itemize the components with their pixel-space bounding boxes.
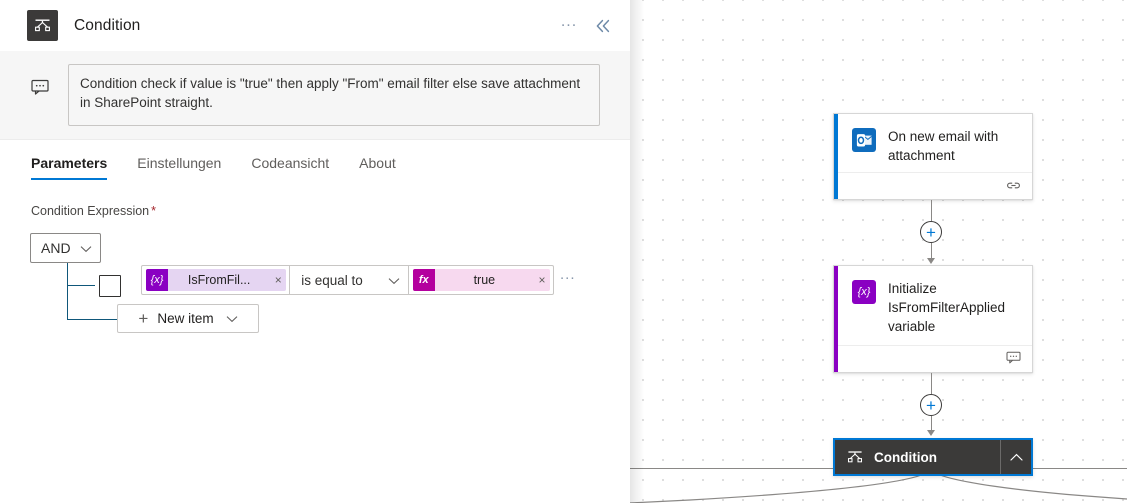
comment-icon	[30, 77, 50, 97]
condition-expression-label-text: Condition Expression	[31, 204, 150, 218]
action-details-panel: Condition ... Condition check if value i…	[0, 0, 630, 503]
add-step-button-1[interactable]: +	[920, 221, 942, 243]
condition-row-checkbox[interactable]	[99, 275, 121, 297]
arrow-head-1	[926, 258, 935, 264]
flow-node-trigger[interactable]: On new email with attachment	[833, 113, 1033, 200]
node-footer	[838, 172, 1032, 199]
collapse-panel-button[interactable]	[590, 13, 616, 39]
condition-icon	[846, 448, 864, 466]
remove-right-token-icon[interactable]: ×	[534, 273, 550, 287]
flow-node-initialize-variable[interactable]: {x} Initialize IsFromFilterApplied varia…	[833, 265, 1033, 373]
tab-parameters[interactable]: Parameters	[31, 155, 108, 180]
comment-icon[interactable]	[1006, 351, 1021, 367]
new-item-button[interactable]: + New item	[117, 304, 259, 333]
description-textarea[interactable]: Condition check if value is "true" then …	[68, 64, 600, 126]
node-title: On new email with attachment	[888, 129, 999, 163]
plus-icon: +	[926, 222, 936, 242]
plus-icon: +	[926, 395, 936, 415]
more-options-button[interactable]: ...	[556, 9, 582, 43]
flow-canvas[interactable]: On new email with attachment + {x} Initi…	[630, 0, 1127, 503]
condition-icon	[27, 10, 58, 41]
chevron-down-icon	[226, 311, 238, 326]
variable-icon: {x}	[146, 269, 168, 291]
condition-row: {x} IsFromFil... × is equal to fx true ×	[141, 265, 554, 295]
connector-line-1a	[931, 200, 932, 221]
node-title: Condition	[874, 449, 937, 465]
variable-icon: {x}	[852, 280, 876, 304]
page-title: Condition	[74, 16, 141, 34]
panel-header: Condition ...	[0, 0, 630, 51]
flow-designer: Condition ... Condition check if value i…	[0, 0, 1127, 503]
tab-codeansicht[interactable]: Codeansicht	[251, 155, 329, 180]
logic-operator-value: AND	[41, 240, 71, 256]
tab-about[interactable]: About	[359, 155, 396, 180]
node-body: On new email with attachment	[834, 114, 1032, 177]
remove-left-token-icon[interactable]: ×	[270, 273, 286, 287]
connection-link-icon[interactable]	[1006, 178, 1021, 194]
tree-connector-row1	[67, 285, 95, 286]
new-item-label: New item	[157, 311, 214, 326]
logic-operator-dropdown[interactable]: AND	[30, 233, 101, 263]
condition-row-menu-button[interactable]: ...	[560, 267, 576, 282]
variable-token[interactable]: {x} IsFromFil... ×	[146, 269, 287, 291]
required-asterisk: *	[151, 204, 156, 218]
chevron-down-icon	[80, 240, 92, 256]
tree-connector-vertical	[67, 263, 68, 319]
plus-icon: +	[138, 308, 149, 328]
arrow-head-2	[926, 430, 935, 436]
operator-value: is equal to	[301, 272, 363, 288]
chevron-down-icon	[388, 273, 400, 288]
operator-dropdown[interactable]: is equal to	[289, 266, 409, 294]
outlook-icon	[852, 128, 876, 152]
tab-einstellungen[interactable]: Einstellungen	[137, 155, 221, 180]
condition-expression-label: Condition Expression *	[0, 180, 630, 218]
collapse-node-button[interactable]	[1000, 440, 1031, 474]
node-body: {x} Initialize IsFromFilterApplied varia…	[834, 266, 1032, 348]
panel-tabs: Parameters Einstellungen Codeansicht Abo…	[0, 140, 630, 180]
expression-token-label: true	[473, 273, 496, 287]
connector-line-2a	[931, 373, 932, 394]
node-title: Initialize IsFromFilterApplied variable	[888, 281, 1006, 334]
condition-expression-builder: AND {x} IsFromFil... × is equal to fx tr…	[0, 230, 630, 360]
add-step-button-2[interactable]: +	[920, 394, 942, 416]
description-strip: Condition check if value is "true" then …	[0, 51, 630, 140]
node-footer	[838, 345, 1032, 372]
expression-token[interactable]: fx true ×	[412, 269, 550, 291]
flow-node-condition-selected[interactable]: Condition	[833, 438, 1033, 476]
right-operand-cell[interactable]: fx true ×	[409, 266, 553, 294]
function-icon: fx	[412, 269, 435, 291]
variable-token-label: IsFromFil...	[187, 273, 251, 287]
left-operand-cell[interactable]: {x} IsFromFil... ×	[142, 266, 289, 294]
